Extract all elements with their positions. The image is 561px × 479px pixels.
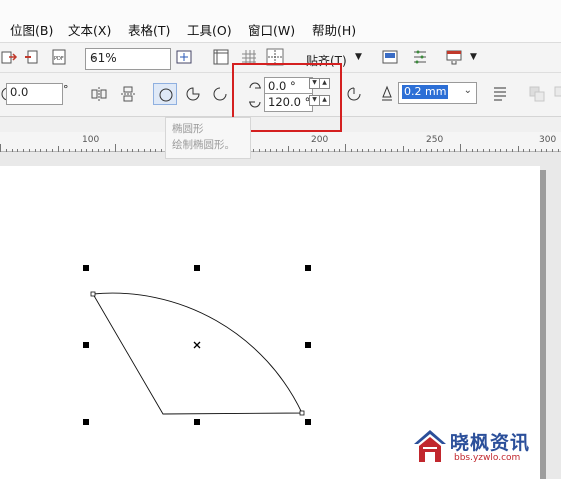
selection-handle[interactable] bbox=[83, 265, 89, 271]
watermark-title: 晓枫资讯 bbox=[450, 432, 531, 454]
tooltip-description: 绘制椭圆形。 bbox=[172, 139, 235, 151]
selection-handle[interactable] bbox=[83, 419, 89, 425]
selection-handle[interactable] bbox=[194, 265, 200, 271]
tooltip: 椭圆形 绘制椭圆形。 bbox=[165, 117, 251, 159]
pie-node[interactable] bbox=[299, 410, 305, 416]
selection-handle[interactable] bbox=[305, 342, 311, 348]
pie-outline[interactable] bbox=[92, 292, 303, 415]
selection-handle[interactable] bbox=[83, 342, 89, 348]
watermark-url: bbs.yzwlo.com bbox=[454, 453, 521, 463]
tooltip-title: 椭圆形 bbox=[172, 123, 204, 135]
center-marker-icon[interactable] bbox=[193, 341, 201, 349]
pie-shape[interactable] bbox=[0, 0, 561, 479]
pie-node[interactable] bbox=[90, 291, 96, 297]
watermark-logo: 晓枫资讯 bbs.yzwlo.com bbox=[410, 424, 550, 468]
selection-handle[interactable] bbox=[194, 419, 200, 425]
selection-handle[interactable] bbox=[305, 265, 311, 271]
selection-handle[interactable] bbox=[305, 419, 311, 425]
house-logo-icon bbox=[414, 430, 446, 462]
